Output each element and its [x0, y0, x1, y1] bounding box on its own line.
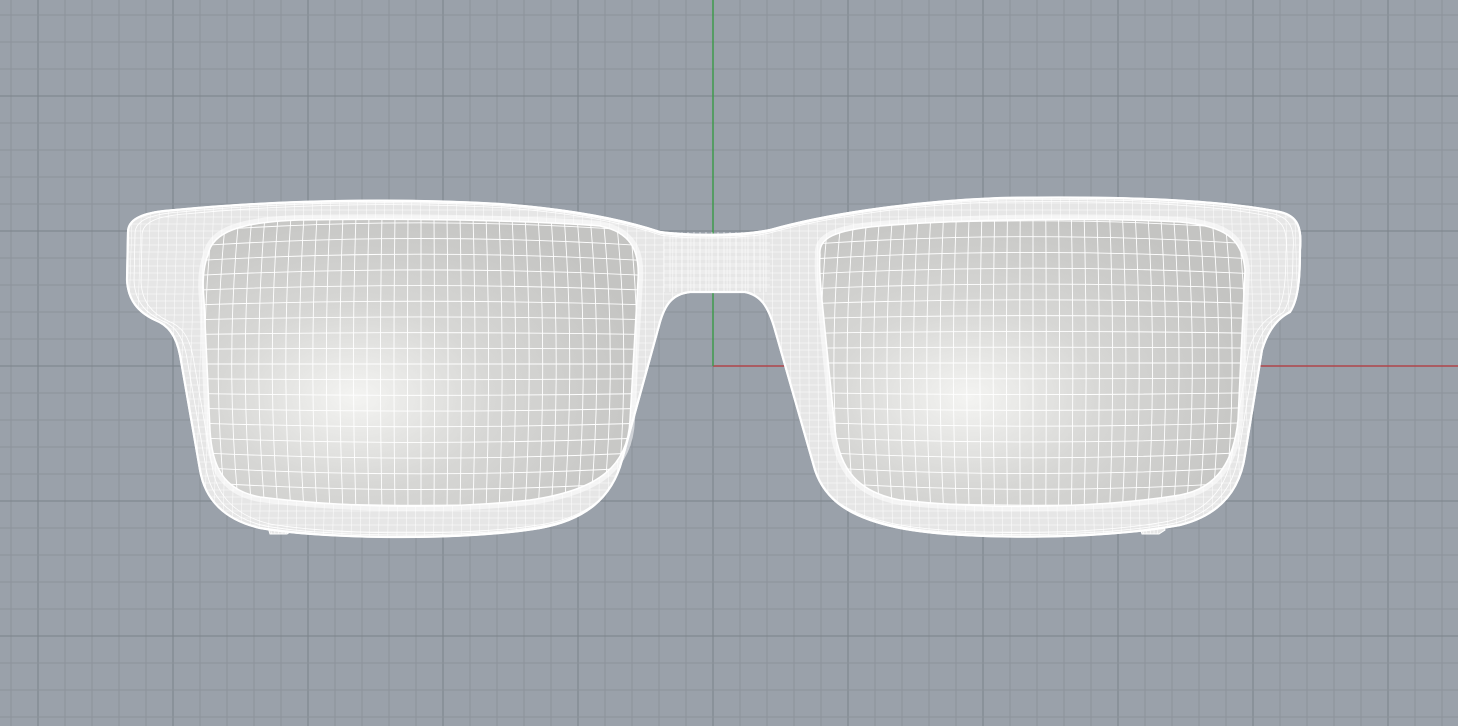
viewport-canvas[interactable]: [0, 0, 1458, 726]
left-lens: [198, 214, 644, 512]
right-lens: [814, 214, 1251, 512]
wire-isocurve: [112, 190, 124, 545]
glasses-model[interactable]: [112, 190, 1315, 545]
wire-isocurve: [1303, 190, 1315, 545]
front-viewport[interactable]: [0, 0, 1458, 726]
